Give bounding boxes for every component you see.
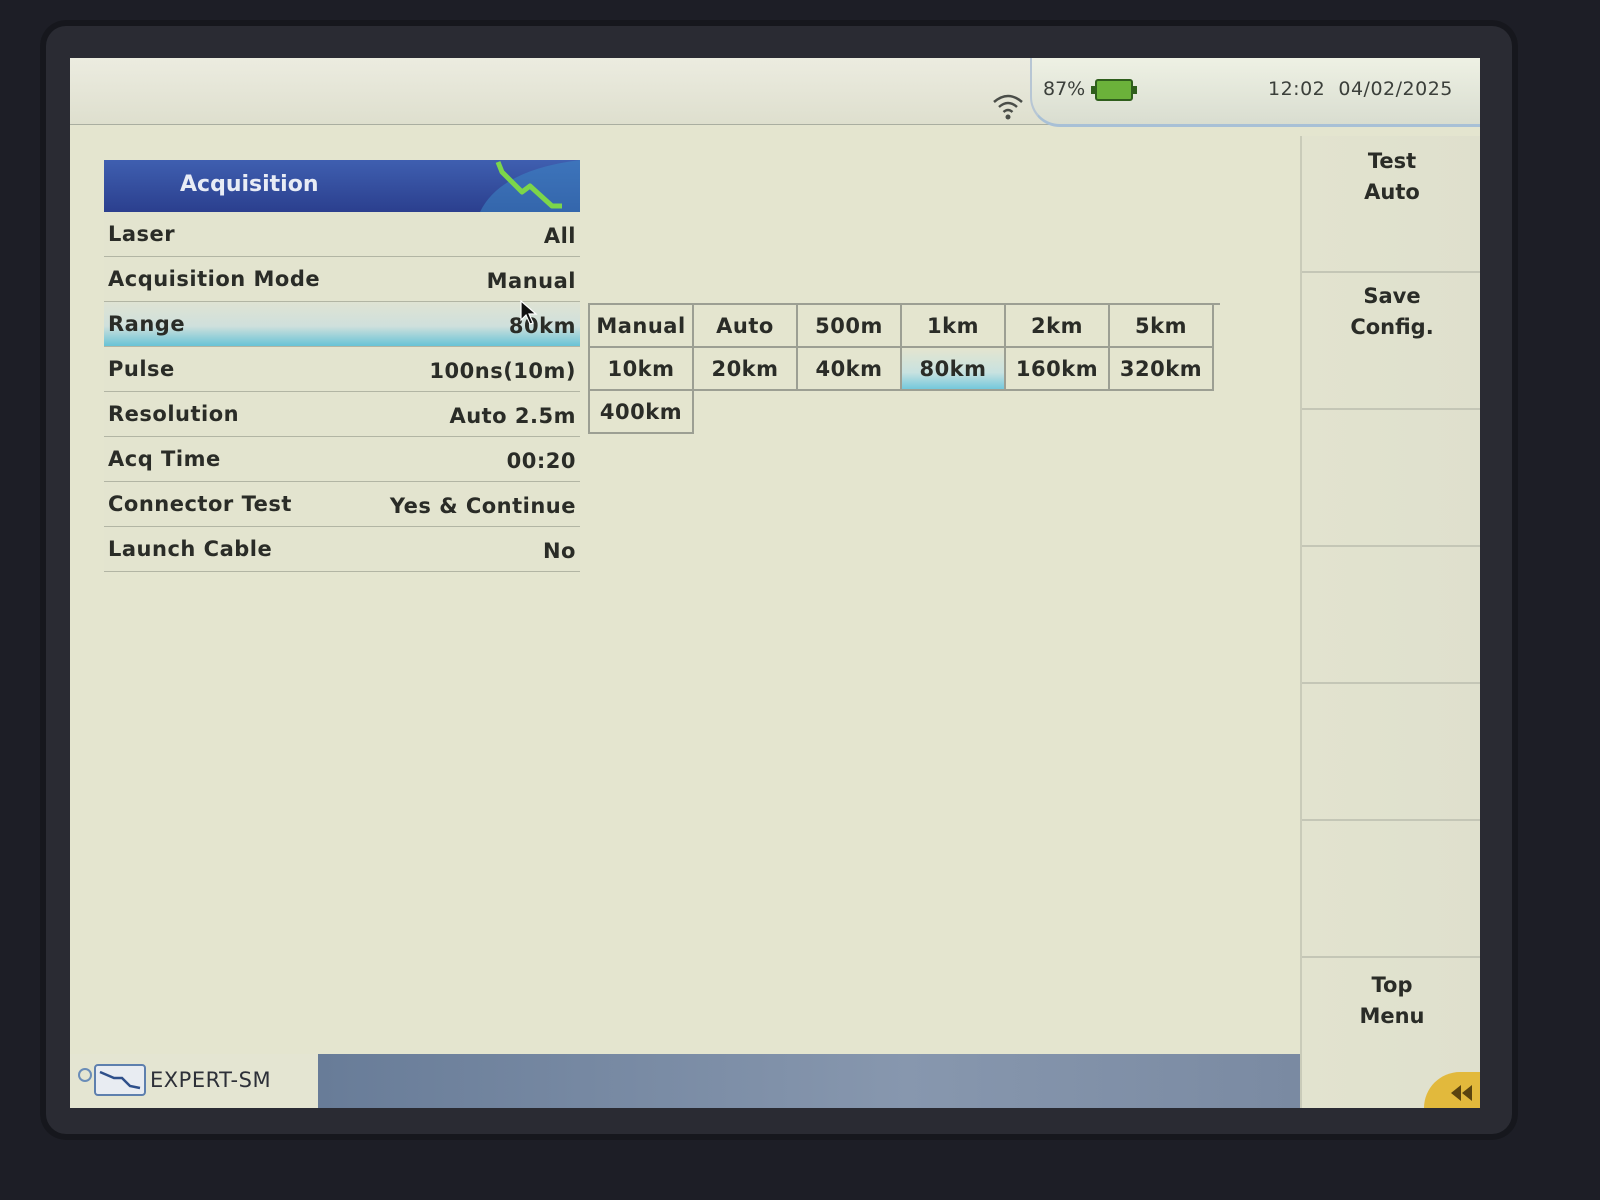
range-option[interactable]: 1km — [902, 305, 1006, 348]
softkey-empty-5[interactable] — [1302, 684, 1480, 821]
acquisition-panel: Acquisition Laser All Acquisition Mode M… — [104, 160, 580, 572]
range-option[interactable]: 10km — [590, 348, 694, 391]
row-value: 100ns(10m) — [429, 359, 576, 383]
battery-percentage: 87% — [1043, 78, 1086, 100]
mouse-cursor-icon — [520, 300, 538, 325]
bottom-bar-fill — [318, 1054, 1300, 1108]
softkey-empty-3[interactable] — [1302, 410, 1480, 547]
row-label: Range — [108, 312, 186, 336]
fiber-trace-icon — [94, 1064, 146, 1096]
softkey-empty-4[interactable] — [1302, 547, 1480, 684]
row-acquisition-mode[interactable]: Acquisition Mode Manual — [104, 257, 580, 302]
softkey-empty-6[interactable] — [1302, 821, 1480, 958]
range-option[interactable]: 20km — [694, 348, 798, 391]
row-value: 80km — [508, 314, 576, 338]
wifi-icon — [993, 94, 1023, 120]
battery-icon — [1091, 79, 1137, 101]
row-label: Laser — [108, 222, 176, 246]
row-label: Acq Time — [108, 447, 221, 471]
row-launch-cable[interactable]: Launch Cable No — [104, 527, 580, 572]
test-auto-button[interactable]: Test Auto — [1302, 136, 1480, 273]
time: 12:02 — [1268, 78, 1326, 100]
softkey-line: Menu — [1359, 1004, 1425, 1028]
range-option[interactable]: 5km — [1110, 305, 1214, 348]
range-option[interactable]: 320km — [1110, 348, 1214, 391]
row-label: Pulse — [108, 357, 175, 381]
row-label: Resolution — [108, 402, 240, 426]
row-label: Acquisition Mode — [108, 267, 321, 291]
row-label: Connector Test — [108, 492, 292, 516]
range-option[interactable]: 400km — [590, 391, 694, 434]
row-value: Yes & Continue — [389, 494, 576, 518]
row-value: Auto 2.5m — [449, 404, 576, 428]
row-label: Launch Cable — [108, 537, 273, 561]
app-tab[interactable]: EXPERT-SM — [70, 1054, 318, 1108]
row-connector-test[interactable]: Connector Test Yes & Continue — [104, 482, 580, 527]
row-range[interactable]: Range 80km — [104, 302, 580, 347]
app-label: EXPERT-SM — [150, 1068, 272, 1092]
radio-dot-icon — [78, 1068, 92, 1082]
row-value: 00:20 — [506, 449, 576, 473]
date: 04/02/2025 — [1338, 78, 1453, 100]
trace-icon — [480, 160, 580, 212]
range-options-grid: Manual Auto 500m 1km 2km 5km 10km 20km 4… — [588, 303, 1220, 434]
softkey-line: Auto — [1364, 180, 1420, 204]
bottom-bar: EXPERT-SM — [70, 1054, 1300, 1108]
range-option[interactable]: Manual — [590, 305, 694, 348]
softkey-line: Test — [1367, 149, 1417, 173]
range-option[interactable]: 500m — [798, 305, 902, 348]
save-config-button[interactable]: Save Config. — [1302, 273, 1480, 410]
range-option[interactable]: 40km — [798, 348, 902, 391]
row-value: Manual — [486, 269, 576, 293]
softkey-line: Save — [1363, 284, 1421, 308]
row-pulse[interactable]: Pulse 100ns(10m) — [104, 347, 580, 392]
row-laser[interactable]: Laser All — [104, 212, 580, 257]
softkey-line: Top — [1371, 973, 1413, 997]
range-option[interactable]: 160km — [1006, 348, 1110, 391]
otdr-screen: 87% 12:02 04/02/2025 Acquisition Laser A… — [70, 58, 1480, 1108]
back-arrow-icon — [1451, 1085, 1472, 1101]
row-value: All — [543, 224, 576, 248]
softkey-column: Test Auto Save Config. Top Menu — [1300, 136, 1480, 1108]
range-option-selected[interactable]: 80km — [902, 348, 1006, 391]
panel-header: Acquisition — [104, 160, 580, 212]
softkey-line: Config. — [1350, 315, 1434, 339]
panel-title: Acquisition — [180, 172, 319, 197]
row-resolution[interactable]: Resolution Auto 2.5m — [104, 392, 580, 437]
date-time: 12:02 04/02/2025 — [1268, 78, 1453, 100]
range-option[interactable]: 2km — [1006, 305, 1110, 348]
range-option[interactable]: Auto — [694, 305, 798, 348]
row-acq-time[interactable]: Acq Time 00:20 — [104, 437, 580, 482]
row-value: No — [542, 539, 576, 563]
status-bar: 87% 12:02 04/02/2025 — [70, 58, 1480, 127]
